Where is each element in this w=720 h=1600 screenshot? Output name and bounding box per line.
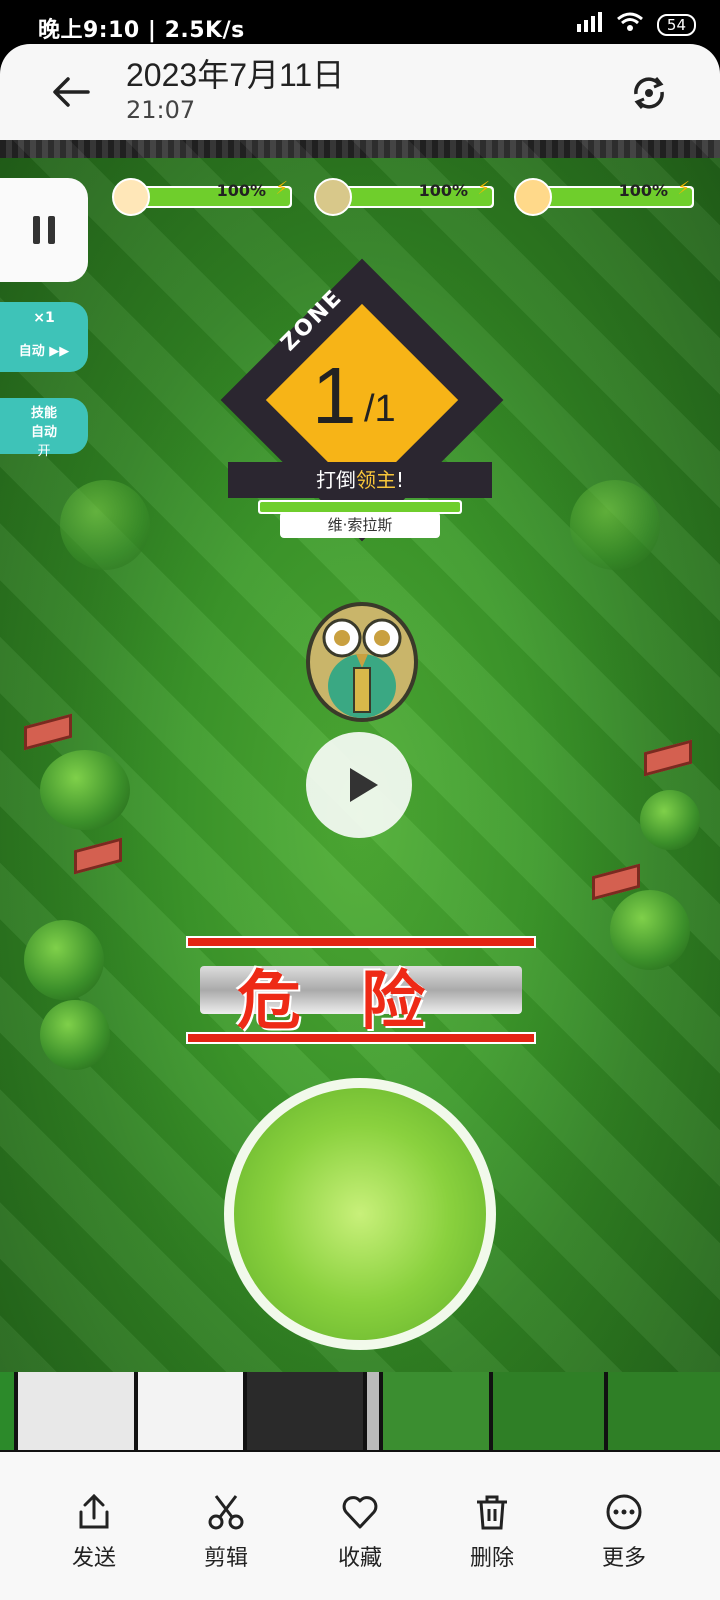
tree-sprite	[60, 480, 150, 570]
page-title: 2023年7月11日	[126, 57, 345, 93]
character-avatar	[514, 178, 552, 216]
hp-percent: 100%	[618, 181, 668, 200]
favorite-button[interactable]: 收藏	[310, 1492, 410, 1572]
hp-percent: 100%	[418, 181, 468, 200]
tree-sprite	[24, 920, 104, 1000]
play-icon	[350, 768, 378, 802]
auto-multiplier: ×1	[33, 310, 55, 326]
battery-indicator: 54	[656, 14, 696, 36]
signal-icon	[576, 12, 603, 38]
owl-boss-sprite	[306, 602, 418, 722]
thumbnail[interactable]	[492, 1372, 605, 1450]
objective-highlight: 领主	[355, 468, 396, 492]
hp-percent: 100%	[216, 181, 266, 200]
trash-icon	[477, 1495, 507, 1530]
viewer-header: 2023年7月11日 21:07	[0, 44, 720, 140]
delete-button[interactable]: 删除	[442, 1492, 542, 1572]
party-hp-bar: 100% ⚡	[112, 178, 292, 216]
thumbnail[interactable]	[608, 1372, 720, 1450]
tree-sprite	[40, 750, 130, 830]
edit-button[interactable]: 剪辑	[176, 1492, 276, 1572]
party-hp-bar: 100% ⚡	[514, 178, 694, 216]
more-icon	[606, 1494, 642, 1530]
wifi-icon	[616, 12, 643, 38]
favorite-label: 收藏	[337, 1546, 382, 1571]
auto-attack-button[interactable]: ×1 自动 ▶▶	[0, 302, 88, 372]
objective-suffix: !	[395, 468, 405, 492]
status-icons: 54	[576, 12, 696, 38]
objective-prefix: 打倒	[315, 468, 356, 492]
game-screenshot[interactable]: ×1 自动 ▶▶ 技能 自动 开 100% ⚡ 100% ⚡ 100% ⚡ ZO…	[0, 140, 720, 1372]
skill-wheel-effect	[224, 1078, 496, 1350]
more-label: 更多	[601, 1546, 646, 1571]
delete-label: 删除	[469, 1546, 514, 1571]
back-button[interactable]	[48, 68, 96, 116]
more-button[interactable]: 更多	[574, 1492, 674, 1572]
pause-button[interactable]	[0, 178, 88, 282]
edit-label: 剪辑	[203, 1546, 248, 1571]
scissors-icon	[208, 1495, 244, 1530]
zone-current: 1	[312, 351, 357, 440]
skill-auto-line1: 技能	[30, 406, 57, 421]
tree-sprite	[610, 890, 690, 970]
tree-sprite	[640, 790, 700, 850]
thumbnail[interactable]	[0, 1372, 14, 1450]
danger-warning-banner: 危险	[186, 936, 536, 1046]
share-icon	[79, 1493, 109, 1529]
character-avatar	[112, 178, 150, 216]
page-subtitle-time: 21:07	[126, 96, 196, 124]
party-hp-bar: 100% ⚡	[314, 178, 494, 216]
rotate-icon	[634, 77, 664, 109]
danger-text: 危险	[237, 965, 485, 1039]
boss-name: 维·索拉斯	[280, 512, 440, 538]
lightning-icon: ⚡	[677, 178, 690, 199]
character-avatar	[314, 178, 352, 216]
pause-icon	[48, 216, 55, 244]
zone-total: /1	[364, 388, 396, 430]
rotate-button[interactable]	[628, 72, 670, 114]
auto-label: 自动 ▶▶	[18, 344, 70, 359]
tree-sprite	[570, 480, 660, 570]
heart-icon	[342, 1496, 378, 1529]
lightning-icon: ⚡	[477, 178, 490, 199]
send-label: 发送	[71, 1546, 116, 1571]
thumbnail[interactable]	[382, 1372, 489, 1450]
thumbnail[interactable]	[247, 1372, 363, 1450]
lightning-icon: ⚡	[275, 178, 288, 199]
skill-auto-state: 开	[37, 444, 51, 459]
send-button[interactable]: 发送	[44, 1492, 144, 1572]
bottom-toolbar: 发送 剪辑 收藏 删除 更多	[0, 1452, 720, 1600]
thumbnail[interactable]	[137, 1372, 244, 1450]
arrow-left-icon	[53, 77, 90, 107]
thumbnail[interactable]	[366, 1372, 379, 1450]
status-bar: 晚上9:10 | 2.5K/s 54	[0, 0, 720, 48]
pause-icon	[33, 216, 40, 244]
thumbnail[interactable]	[17, 1372, 134, 1450]
tree-sprite	[40, 1000, 110, 1070]
skill-auto-line2: 自动	[30, 425, 57, 440]
status-time-speed: 晚上9:10 | 2.5K/s	[38, 18, 245, 43]
play-video-button[interactable]	[306, 732, 412, 838]
objective-banner: 打倒领主!	[228, 462, 492, 498]
skill-auto-button[interactable]: 技能 自动 开	[0, 398, 88, 459]
thumbnail-strip[interactable]	[0, 1372, 720, 1452]
